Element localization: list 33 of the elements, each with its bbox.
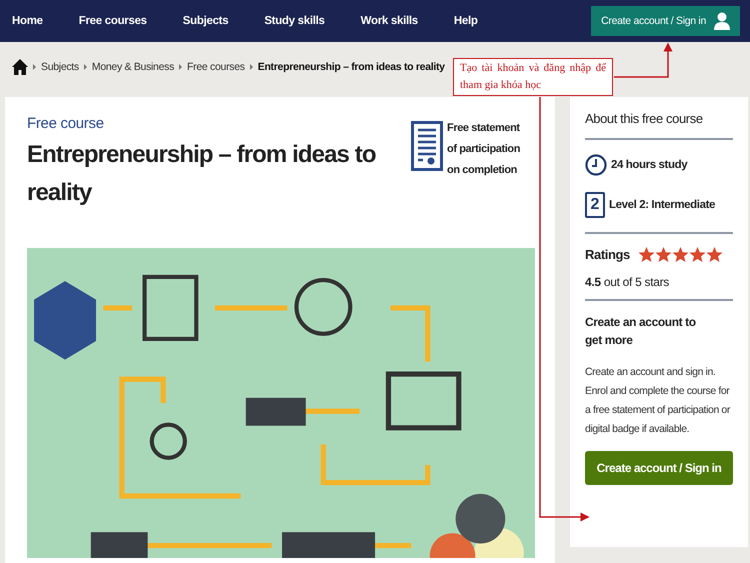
rating-text: 4.5 out of 5 stars [585,275,670,289]
chevron-icon [179,64,182,70]
level-badge: 2 [585,192,605,218]
leader-line [614,42,672,78]
user-icon [714,12,730,30]
chevron-icon [84,64,87,70]
course-title: Entrepreneurship – from ideas to reality [27,140,377,208]
clock-icon [585,152,607,178]
breadcrumb-link[interactable]: Free courses [187,60,245,72]
statement-text: Free statement of participation on completion [447,121,522,178]
breadcrumb-current: Entrepreneurship – from ideas to reality [258,60,445,72]
breadcrumb-link[interactable]: Money & Business [92,60,174,72]
sidebar-heading: About this free course [585,111,704,128]
nav-link[interactable]: Work skills [360,15,418,27]
nav-link[interactable]: Help [454,15,478,27]
chevron-icon [33,64,36,70]
certificate-icon [411,121,443,171]
create-account-button[interactable]: Create account / Sign in [591,6,740,36]
create-account-button[interactable]: Create account / Sign in [585,451,733,485]
course-fact: 24 hours study [611,159,688,171]
home-icon[interactable] [12,58,28,74]
nav-link[interactable]: Study skills [264,15,325,27]
nav-link[interactable]: Home [12,15,43,27]
cta-description: Create an account and sign in. Enrol and complete the course for a free statement of participation or digital badge if available. [585,365,732,437]
cta-heading: Create an account to get more [585,314,697,349]
breadcrumb-link[interactable]: Subjects [41,60,79,72]
nav-link[interactable]: Free courses [78,15,147,27]
course-label: Free course [27,115,105,132]
nav-link[interactable]: Subjects [182,15,228,27]
ratings-label: Ratings [585,247,630,262]
chevron-icon [250,64,253,70]
annotation-callout: Tạo tài khoản và đăng nhập để tham gia khóa học [453,58,613,96]
course-fact: Level 2: Intermediate [609,199,716,211]
